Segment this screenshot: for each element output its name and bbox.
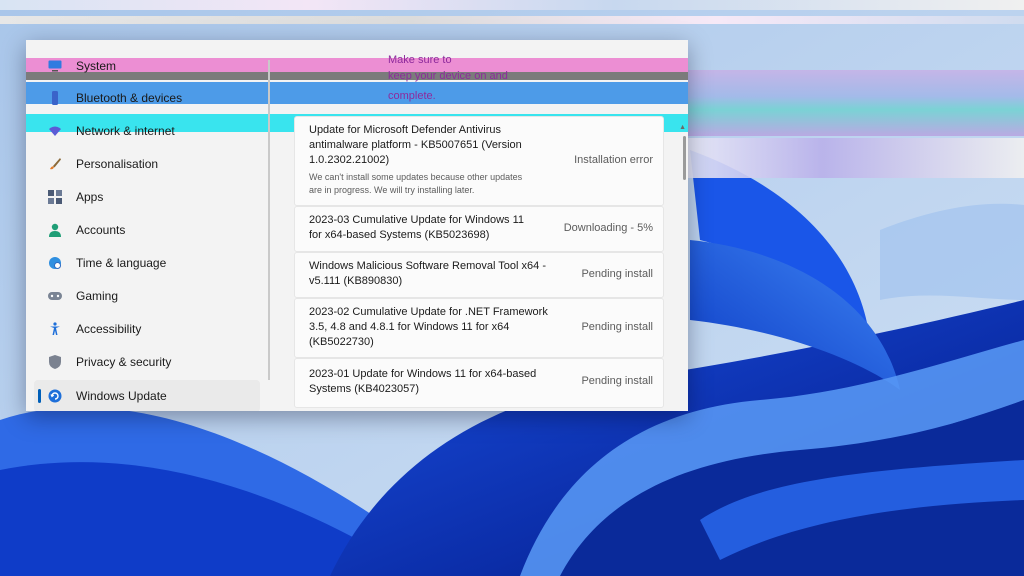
updates-list: Update for Microsoft Defender Antivirus … (294, 40, 688, 411)
settings-window: System Bluetooth & devices Network & int… (26, 40, 688, 411)
sidebar-item-label: Time & language (76, 256, 167, 270)
sidebar-item-personalisation[interactable]: Personalisation (34, 148, 260, 180)
sidebar-item-label: Bluetooth & devices (76, 91, 183, 105)
active-indicator (38, 389, 41, 403)
sidebar-item-network[interactable]: Network & internet (34, 115, 260, 147)
shield-icon (47, 354, 63, 370)
update-title-line: 3.5, 4.8 and 4.8.1 for Windows 11 for x6… (309, 321, 510, 333)
scroll-up-arrow[interactable]: ▲ (679, 124, 686, 131)
bluetooth-icon (47, 90, 63, 106)
update-status: Pending install (581, 268, 653, 280)
update-status: Pending install (581, 375, 653, 387)
sidebar-item-label: Gaming (76, 289, 119, 303)
wifi-icon (47, 123, 63, 139)
update-item[interactable]: 2023-03 Cumulative Update for Windows 11… (294, 206, 664, 252)
sidebar-item-accounts[interactable]: Accounts (34, 214, 260, 246)
sidebar-item-label: Accounts (76, 223, 126, 237)
update-title-line: 1.0.2302.21002) (309, 154, 390, 166)
monitor-icon (47, 58, 63, 74)
update-status: Installation error (574, 154, 653, 166)
update-title-line: 2023-01 Update for Windows 11 for x64-ba… (309, 368, 537, 380)
update-title-line: Windows Malicious Software Removal Tool … (309, 260, 546, 272)
glitch-band (0, 0, 1024, 10)
update-status: Pending install (581, 321, 653, 333)
update-icon (47, 388, 63, 404)
accessibility-icon (47, 321, 63, 337)
glitch-band (0, 16, 1024, 24)
glitch-band (688, 138, 1024, 178)
sidebar-item-system[interactable]: System (34, 50, 260, 82)
update-note-line: We can't install some updates because ot… (309, 172, 523, 182)
settings-sidebar: System Bluetooth & devices Network & int… (26, 40, 268, 411)
update-title-line: Systems (KB4023057) (309, 383, 420, 395)
scrollbar-thumb[interactable] (683, 136, 686, 180)
sidebar-item-apps[interactable]: Apps (34, 181, 260, 213)
sidebar-item-gaming[interactable]: Gaming (34, 280, 260, 312)
update-title-line: v5.111 (KB890830) (309, 275, 403, 287)
update-title-line: Update for Microsoft Defender Antivirus (309, 124, 501, 136)
sidebar-item-bluetooth[interactable]: Bluetooth & devices (34, 82, 260, 114)
update-title-line: 2023-03 Cumulative Update for Windows 11 (309, 214, 525, 226)
update-item[interactable]: Windows Malicious Software Removal Tool … (294, 252, 664, 298)
sidebar-item-label: Privacy & security (76, 355, 172, 369)
update-title-line: (KB5022730) (309, 336, 374, 348)
sidebar-item-accessibility[interactable]: Accessibility (34, 313, 260, 345)
sidebar-item-privacy-security[interactable]: Privacy & security (34, 346, 260, 378)
update-status: Downloading - 5% (563, 222, 653, 234)
globe-clock-icon (47, 255, 63, 271)
gamepad-icon (47, 288, 63, 304)
sidebar-item-label: Windows Update (76, 389, 167, 403)
brush-icon (47, 156, 63, 172)
sidebar-item-label: Accessibility (76, 322, 142, 336)
sidebar-item-label: Apps (76, 190, 104, 204)
sidebar-item-windows-update[interactable]: Windows Update (34, 380, 260, 411)
update-title-line: antimalware platform - KB5007651 (Versio… (309, 139, 522, 151)
person-icon (47, 222, 63, 238)
sidebar-item-label: Network & internet (76, 124, 175, 138)
update-item[interactable]: Update for Microsoft Defender Antivirus … (294, 116, 664, 206)
sidebar-divider (268, 60, 270, 380)
glitch-band (688, 70, 1024, 136)
apps-icon (47, 189, 63, 205)
update-title-line: 2023-02 Cumulative Update for .NET Frame… (309, 306, 548, 318)
update-note-line: are in progress. We will try installing … (309, 185, 475, 195)
update-item[interactable]: 2023-01 Update for Windows 11 for x64-ba… (294, 358, 664, 408)
update-title-line: for x64-based Systems (KB5023698) (309, 229, 490, 241)
sidebar-item-time-language[interactable]: Time & language (34, 247, 260, 279)
sidebar-item-label: System (76, 59, 117, 73)
sidebar-item-label: Personalisation (76, 157, 159, 171)
update-item[interactable]: 2023-02 Cumulative Update for .NET Frame… (294, 298, 664, 358)
